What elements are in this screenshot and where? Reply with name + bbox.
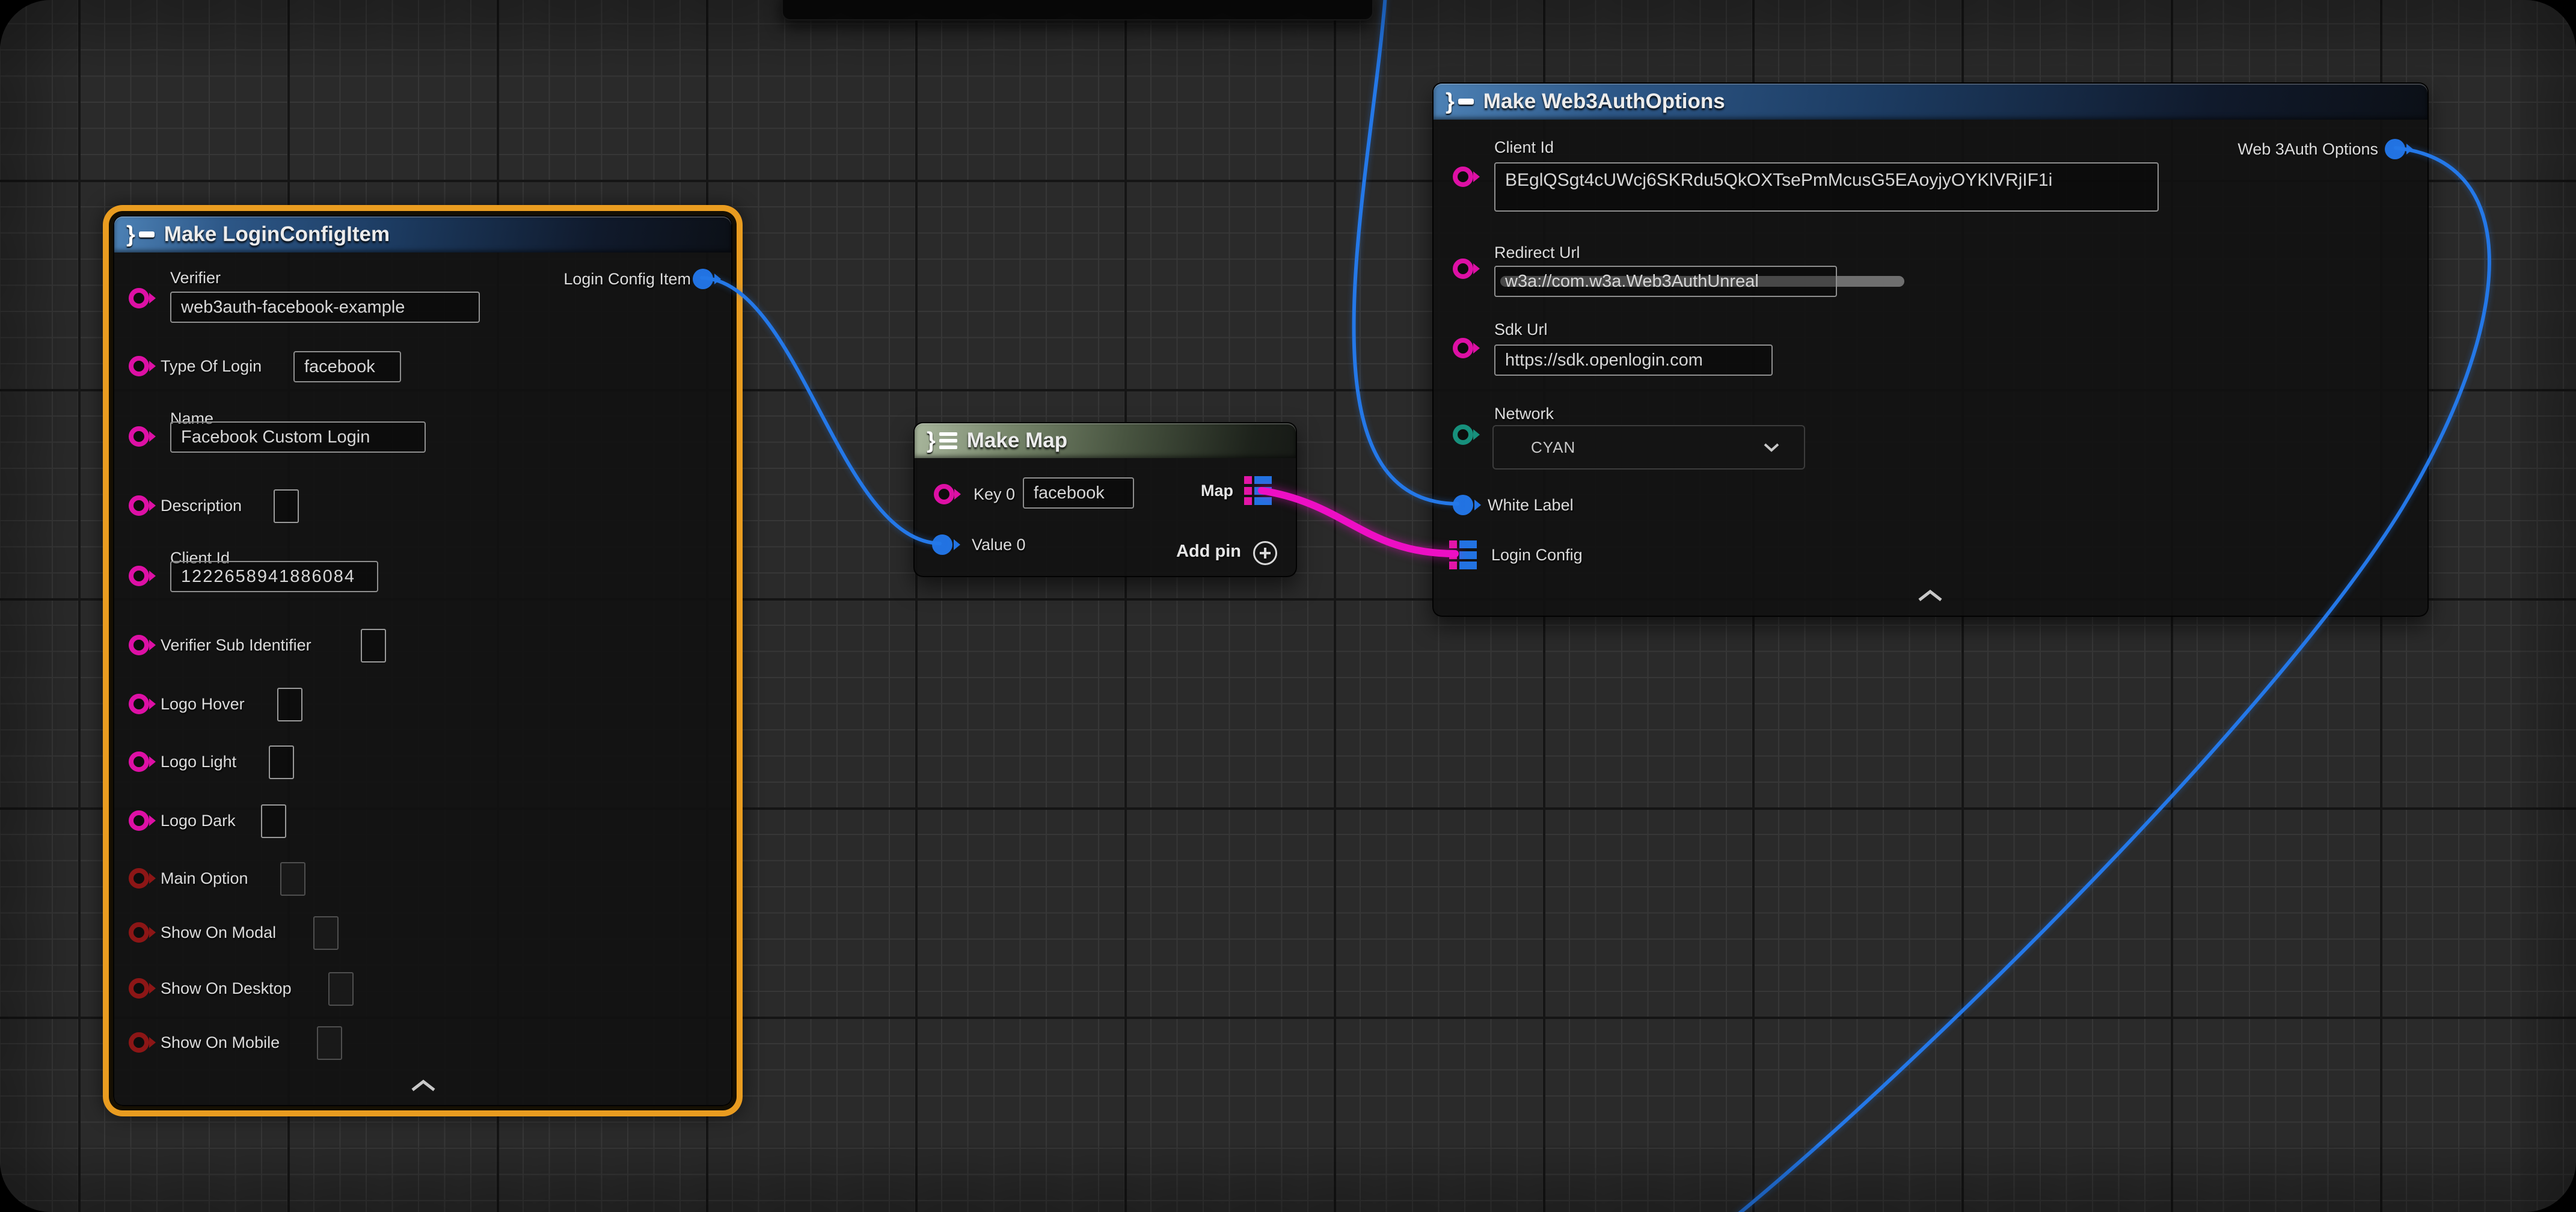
chevron-down-icon xyxy=(1763,442,1780,452)
name-field[interactable]: Facebook Custom Login xyxy=(170,421,426,453)
value-0-label: Value 0 xyxy=(972,533,1026,557)
key-0-label: Key 0 xyxy=(974,482,1015,506)
key-0-pin[interactable] xyxy=(934,484,954,504)
verifier-label: Verifier xyxy=(170,266,221,290)
white-label-pin[interactable] xyxy=(1453,495,1473,515)
show-on-desktop-checkbox[interactable] xyxy=(328,972,354,1006)
main-option-checkbox[interactable] xyxy=(280,862,305,896)
login-config-pin[interactable] xyxy=(1449,540,1477,569)
node-make-map-header[interactable]: } Make Map xyxy=(915,423,1296,458)
verifier-sub-identifier-field[interactable] xyxy=(361,629,386,663)
main-option-pin[interactable] xyxy=(129,868,149,889)
login-config-label: Login Config xyxy=(1491,543,1583,567)
node-make-map[interactable]: } Make Map Key 0 facebook Map Value 0 Ad… xyxy=(913,422,1297,577)
main-option-label: Main Option xyxy=(161,866,248,890)
chevron-up-icon xyxy=(410,1079,437,1092)
client-id-field[interactable]: 1222658941886084 xyxy=(170,561,378,592)
value-0-pin[interactable] xyxy=(932,534,952,555)
add-pin-label: Add pin xyxy=(1176,539,1241,563)
sdk-url-pin[interactable] xyxy=(1453,338,1473,358)
description-label: Description xyxy=(161,494,242,518)
login-config-item-output-label: Login Config Item xyxy=(563,267,691,291)
sdk-url-field[interactable]: https://sdk.openlogin.com xyxy=(1494,344,1773,376)
network-pin[interactable] xyxy=(1453,424,1473,445)
map-output-label: Map xyxy=(1201,479,1233,503)
collapse-node-button[interactable] xyxy=(409,1078,438,1094)
logo-hover-field[interactable] xyxy=(277,688,302,721)
sdk-url-label: Sdk Url xyxy=(1494,317,1548,341)
offscreen-node-partial[interactable] xyxy=(782,0,1373,20)
make-struct-icon: } xyxy=(1446,90,1474,113)
node-title: Make Web3AuthOptions xyxy=(1483,90,1725,114)
name-pin[interactable] xyxy=(129,426,149,447)
node-make-web3auth-options-header[interactable]: } Make Web3AuthOptions xyxy=(1434,84,2427,120)
show-on-modal-label: Show On Modal xyxy=(161,920,276,944)
graph-canvas[interactable]: } Make LoginConfigItem Login Config Item… xyxy=(0,0,2576,1212)
key-0-field[interactable]: facebook xyxy=(1023,477,1134,509)
show-on-modal-checkbox[interactable] xyxy=(313,916,339,950)
white-label-label: White Label xyxy=(1488,493,1574,517)
make-map-icon: } xyxy=(927,429,957,452)
web3auth-options-output-label: Web 3Auth Options xyxy=(2237,137,2378,161)
node-title: Make Map xyxy=(967,429,1067,453)
verifier-field[interactable]: web3auth-facebook-example xyxy=(170,292,480,323)
show-on-modal-pin[interactable] xyxy=(129,922,149,943)
web3auth-options-output-pin[interactable] xyxy=(2385,139,2405,159)
description-pin[interactable] xyxy=(129,495,149,516)
logo-dark-label: Logo Dark xyxy=(161,809,236,833)
show-on-mobile-checkbox[interactable] xyxy=(317,1026,342,1060)
client-id-pin[interactable] xyxy=(1453,167,1473,187)
network-label: Network xyxy=(1494,402,1554,426)
redirect-url-field[interactable]: w3a://com.w3a.Web3AuthUnreal xyxy=(1494,266,1837,297)
logo-dark-field[interactable] xyxy=(261,804,286,838)
logo-light-label: Logo Light xyxy=(161,750,236,774)
redirect-url-pin[interactable] xyxy=(1453,259,1473,279)
show-on-desktop-label: Show On Desktop xyxy=(161,976,292,1000)
node-title: Make LoginConfigItem xyxy=(164,222,390,246)
node-make-login-config-item-header[interactable]: } Make LoginConfigItem xyxy=(114,216,731,252)
type-of-login-label: Type Of Login xyxy=(161,354,262,378)
show-on-desktop-pin[interactable] xyxy=(129,978,149,999)
client-id-field[interactable]: BEglQSgt4cUWcj6SKRdu5QkOXTsePmMcusG5EAoy… xyxy=(1494,162,2159,212)
network-dropdown[interactable]: CYAN xyxy=(1492,425,1805,470)
network-dropdown-value: CYAN xyxy=(1494,438,1763,457)
verifier-sub-identifier-pin[interactable] xyxy=(129,635,149,655)
wire-login-config-item-to-value-0[interactable] xyxy=(702,278,940,543)
logo-hover-pin[interactable] xyxy=(129,694,149,714)
node-make-login-config-item[interactable]: } Make LoginConfigItem Login Config Item… xyxy=(113,215,732,1106)
client-id-pin[interactable] xyxy=(129,566,149,586)
description-field[interactable] xyxy=(274,489,299,523)
logo-light-pin[interactable] xyxy=(129,751,149,772)
login-config-item-output-pin[interactable] xyxy=(693,269,713,289)
map-output-pin[interactable] xyxy=(1244,476,1272,505)
logo-hover-label: Logo Hover xyxy=(161,692,245,716)
show-on-mobile-label: Show On Mobile xyxy=(161,1030,280,1054)
collapse-node-button[interactable] xyxy=(1916,588,1945,604)
blueprint-editor-viewport: } Make LoginConfigItem Login Config Item… xyxy=(0,0,2576,1212)
logo-light-field[interactable] xyxy=(269,745,294,779)
node-make-web3auth-options[interactable]: } Make Web3AuthOptions Web 3Auth Options… xyxy=(1432,82,2429,617)
redirect-url-label: Redirect Url xyxy=(1494,240,1580,265)
chevron-up-icon xyxy=(1917,589,1943,602)
verifier-pin[interactable] xyxy=(129,288,149,308)
make-struct-icon: } xyxy=(126,223,155,246)
client-id-label: Client Id xyxy=(1494,135,1554,159)
verifier-sub-identifier-label: Verifier Sub Identifier xyxy=(161,633,311,657)
type-of-login-field[interactable]: facebook xyxy=(293,351,401,382)
show-on-mobile-pin[interactable] xyxy=(129,1032,149,1053)
add-pin-button[interactable] xyxy=(1253,541,1277,565)
type-of-login-pin[interactable] xyxy=(129,356,149,376)
logo-dark-pin[interactable] xyxy=(129,810,149,831)
